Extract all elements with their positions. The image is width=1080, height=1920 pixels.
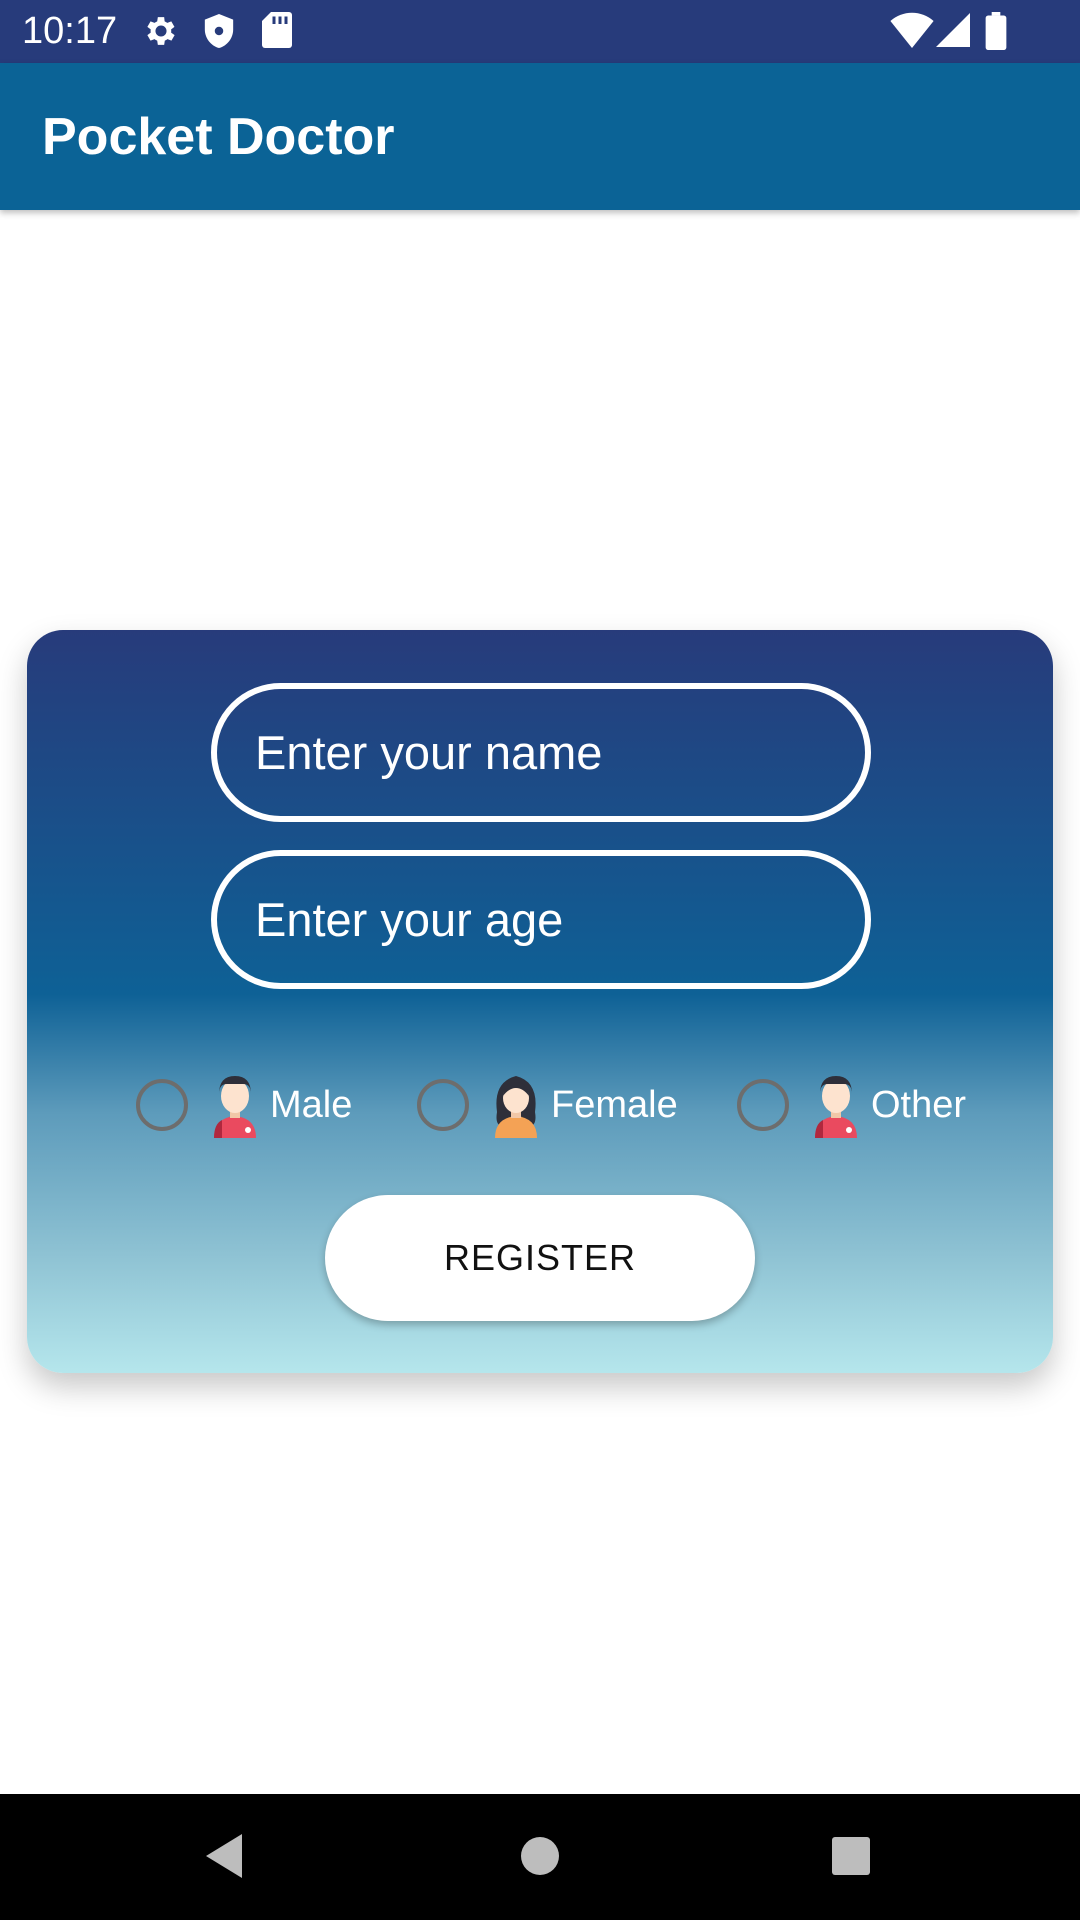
recents-icon[interactable] [831, 1832, 871, 1880]
radio-button-female[interactable] [417, 1079, 469, 1131]
battery-icon [985, 12, 1007, 50]
male-avatar-icon [210, 1072, 260, 1138]
female-avatar-icon [491, 1072, 541, 1138]
age-input[interactable] [211, 850, 871, 989]
signal-icon [936, 12, 970, 48]
back-icon[interactable] [204, 1832, 244, 1880]
app-bar: Pocket Doctor [0, 63, 1080, 210]
wifi-icon [890, 12, 934, 48]
radio-button-other[interactable] [737, 1079, 789, 1131]
status-bar: 10:17 [0, 0, 1080, 63]
gender-label-female: Female [551, 1083, 678, 1126]
gear-icon [142, 12, 180, 50]
gender-label-other: Other [871, 1083, 967, 1126]
other-avatar-icon [811, 1072, 861, 1138]
status-time: 10:17 [22, 10, 118, 52]
gender-option-other[interactable]: Other [737, 1070, 966, 1140]
shield-icon [202, 12, 236, 50]
gender-option-male[interactable]: Male [136, 1070, 352, 1140]
radio-button-male[interactable] [136, 1079, 188, 1131]
app-title: Pocket Doctor [42, 108, 395, 166]
name-input[interactable] [211, 683, 871, 822]
navigation-bar [0, 1794, 1080, 1920]
gender-option-female[interactable]: Female [417, 1070, 678, 1140]
registration-card: Male Female Other [27, 630, 1053, 1373]
home-icon[interactable] [520, 1832, 560, 1880]
register-button[interactable]: REGISTER [325, 1195, 755, 1321]
gender-label-male: Male [270, 1083, 353, 1126]
sd-card-icon [262, 12, 292, 48]
